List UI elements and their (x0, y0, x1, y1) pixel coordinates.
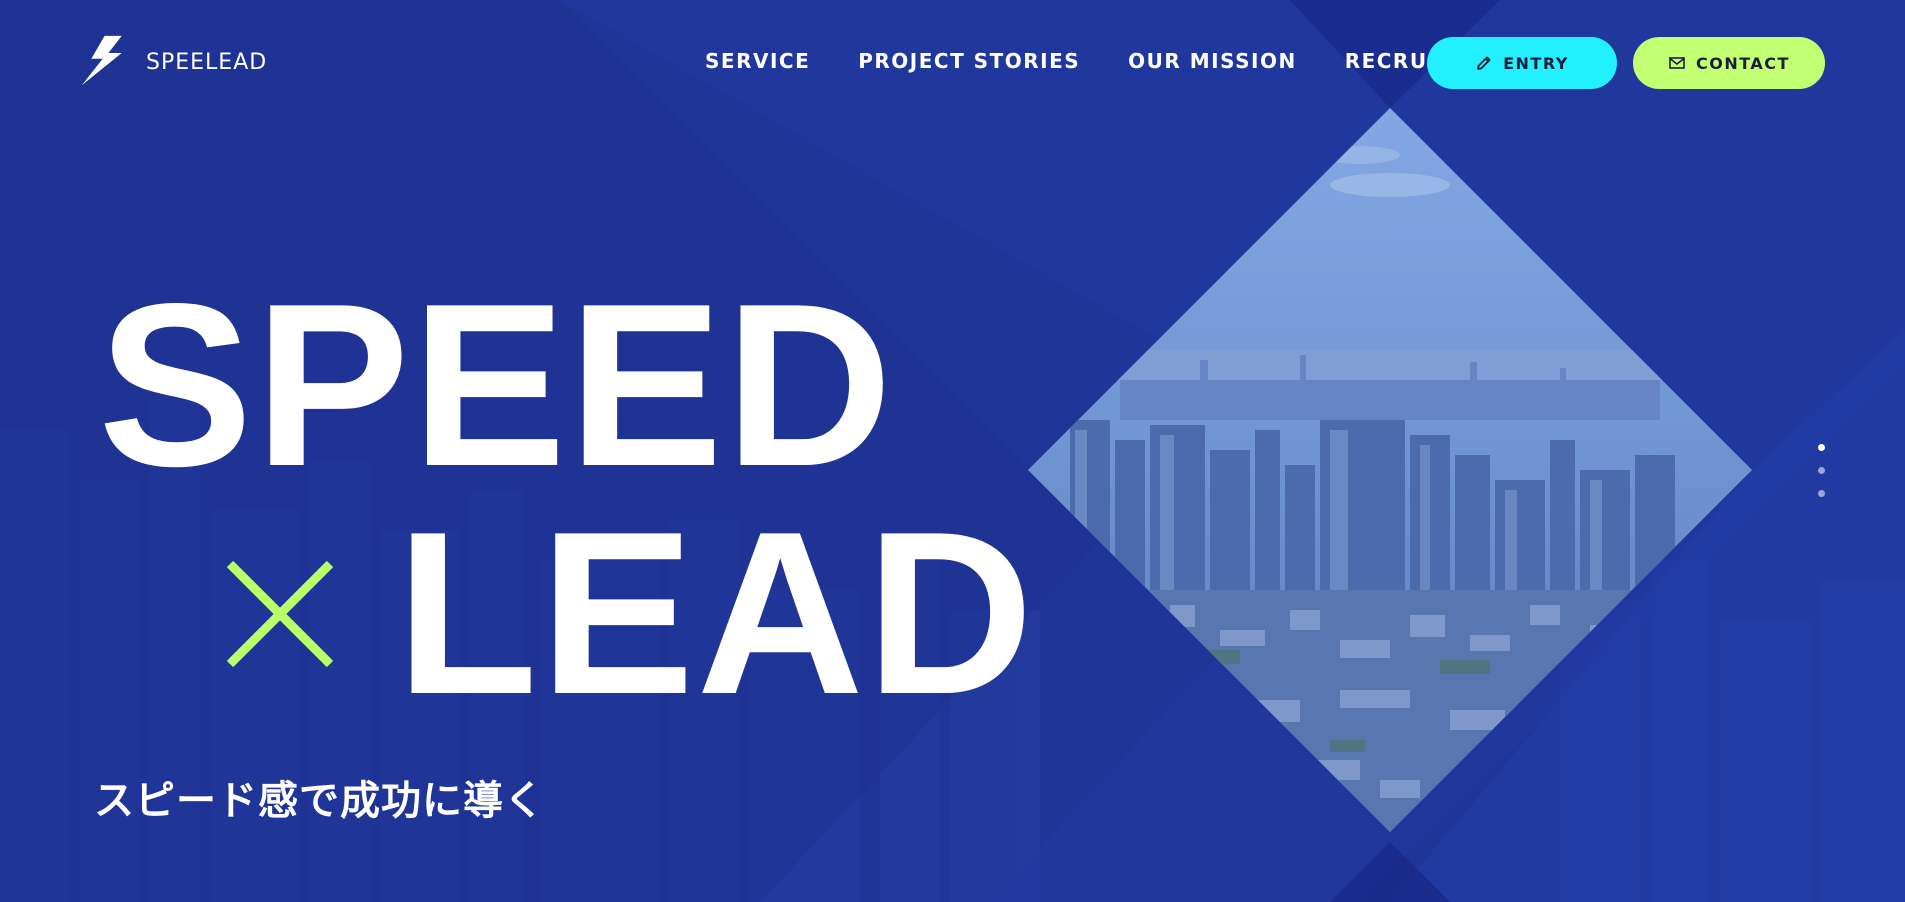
pager-dot-2[interactable] (1818, 467, 1825, 474)
contact-button[interactable]: CONTACT (1633, 37, 1825, 89)
contact-button-label: CONTACT (1696, 53, 1790, 73)
headline-word-lead: LEAD (396, 484, 1036, 743)
nav-item-project-stories[interactable]: PROJECT STORIES (858, 49, 1080, 73)
slide-pager (1818, 444, 1825, 497)
envelope-icon (1669, 57, 1685, 69)
nav-item-our-mission[interactable]: OUR MISSION (1128, 49, 1297, 73)
pager-dot-1[interactable] (1818, 444, 1825, 451)
headline-line-2: LEAD (222, 498, 1036, 730)
entry-button-label: ENTRY (1503, 53, 1569, 73)
headline-word-speed: SPEED (98, 256, 895, 515)
site-logo[interactable]: SPEELEAD (78, 34, 328, 90)
entry-button[interactable]: ENTRY (1427, 37, 1617, 89)
logo-text: SPEELEAD (146, 49, 268, 75)
hero-subcopy: スピード感で成功に導く (94, 778, 545, 824)
nav-item-service[interactable]: SERVICE (705, 49, 810, 73)
multiply-cross-icon (226, 560, 334, 668)
main-nav: SERVICE PROJECT STORIES OUR MISSION RECR… (705, 49, 1452, 73)
lightning-bolt-logo-icon (81, 35, 122, 86)
site-header: SPEELEAD SERVICE PROJECT STORIES OUR MIS… (0, 0, 1905, 125)
pencil-icon (1477, 56, 1491, 70)
hero-section: SPEELEAD SERVICE PROJECT STORIES OUR MIS… (0, 0, 1905, 902)
pager-dot-3[interactable] (1818, 490, 1825, 497)
